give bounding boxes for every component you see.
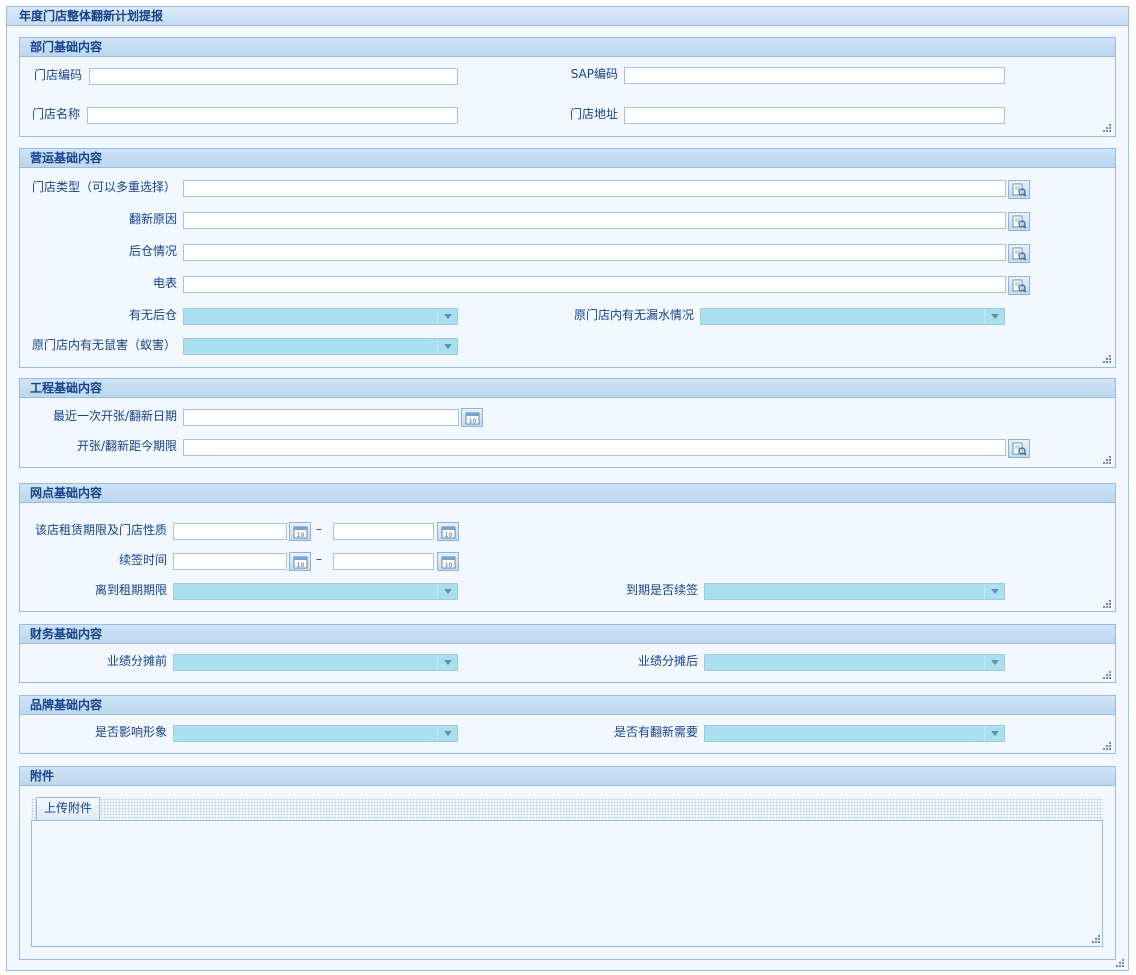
svg-text:10: 10	[469, 418, 477, 425]
renewal-start-input[interactable]	[173, 553, 287, 570]
label-leak-status: 原门店内有无漏水情况	[573, 308, 694, 322]
section-eng-title: 工程基础内容	[20, 379, 1115, 398]
renewal-end-calendar-button[interactable]: 10	[437, 552, 459, 571]
dropdown-arrow-icon[interactable]	[984, 726, 1004, 741]
label-store-code: 门店编码	[33, 68, 82, 82]
label-needs-renovation: 是否有翻新需要	[613, 725, 698, 739]
label-period: 开张/翻新距今期限	[76, 439, 177, 453]
label-last-date: 最近一次开张/翻新日期	[52, 409, 177, 423]
store-name-input[interactable]	[87, 107, 458, 124]
label-store-address: 门店地址	[569, 107, 618, 121]
label-renovation-reason: 翻新原因	[128, 212, 177, 226]
search-icon	[1012, 442, 1027, 456]
range-separator: –	[316, 522, 322, 536]
period-input[interactable]	[183, 439, 1006, 456]
section-finance-title: 财务基础内容	[20, 625, 1115, 644]
label-perf-after: 业绩分摊后	[637, 654, 698, 668]
has-warehouse-select[interactable]	[183, 308, 458, 325]
renovation-reason-search-button[interactable]	[1008, 212, 1030, 231]
label-renewal-time: 续签时间	[118, 553, 167, 567]
attachment-panel	[31, 820, 1103, 947]
affects-image-select[interactable]	[173, 725, 458, 742]
resize-grip-icon[interactable]	[1114, 957, 1124, 967]
calendar-icon: 10	[441, 556, 456, 569]
meter-search-button[interactable]	[1008, 276, 1030, 295]
period-search-button[interactable]	[1008, 439, 1030, 458]
label-meter: 电表	[152, 276, 177, 290]
dropdown-arrow-icon[interactable]	[437, 584, 457, 599]
lease-end-calendar-button[interactable]: 10	[437, 522, 459, 541]
resize-grip-icon[interactable]	[1090, 933, 1100, 943]
calendar-icon: 10	[293, 526, 308, 539]
label-lease-period: 该店租赁期限及门店性质	[34, 523, 167, 537]
store-type-search-button[interactable]	[1008, 180, 1030, 199]
warehouse-status-search-button[interactable]	[1008, 244, 1030, 263]
resize-grip-icon[interactable]	[1101, 454, 1111, 464]
search-icon	[1012, 247, 1027, 261]
pest-status-select[interactable]	[183, 338, 458, 355]
lease-remaining-select[interactable]	[173, 583, 458, 600]
lease-end-input[interactable]	[333, 523, 434, 540]
dropdown-arrow-icon[interactable]	[984, 309, 1004, 324]
renovation-reason-input[interactable]	[183, 212, 1006, 229]
store-address-input[interactable]	[624, 107, 1005, 124]
panel-title: 年度门店整体翻新计划提报	[7, 7, 1128, 26]
label-store-name: 门店名称	[31, 107, 80, 121]
calendar-icon: 10	[441, 526, 456, 539]
tab-upload-attachment[interactable]: 上传附件	[36, 797, 100, 820]
lease-start-calendar-button[interactable]: 10	[289, 522, 311, 541]
last-date-input[interactable]	[183, 409, 459, 426]
label-warehouse-status: 后仓情况	[128, 244, 177, 258]
label-lease-remaining: 离到租期期限	[94, 583, 167, 597]
label-affects-image: 是否影响形象	[94, 725, 167, 739]
dropdown-arrow-icon[interactable]	[984, 584, 1004, 599]
resize-grip-icon[interactable]	[1101, 598, 1111, 608]
perf-after-select[interactable]	[704, 654, 1005, 671]
leak-status-select[interactable]	[700, 308, 1005, 325]
warehouse-status-input[interactable]	[183, 244, 1006, 261]
section-site-title: 网点基础内容	[20, 484, 1115, 503]
label-renew-on-expiry: 到期是否续签	[625, 583, 698, 597]
sap-code-input[interactable]	[624, 67, 1005, 84]
resize-grip-icon[interactable]	[1101, 740, 1111, 750]
calendar-icon: 10	[293, 556, 308, 569]
svg-text:10: 10	[445, 532, 453, 539]
range-separator: –	[316, 552, 322, 566]
lease-start-input[interactable]	[173, 523, 287, 540]
section-ops-title: 营运基础内容	[20, 149, 1115, 168]
resize-grip-icon[interactable]	[1101, 122, 1111, 132]
needs-renovation-select[interactable]	[704, 725, 1005, 742]
section-brand-title: 品牌基础内容	[20, 696, 1115, 715]
label-store-type: 门店类型（可以多重选择）	[32, 180, 177, 194]
dropdown-arrow-icon[interactable]	[437, 309, 457, 324]
svg-text:10: 10	[445, 562, 453, 569]
renewal-start-calendar-button[interactable]: 10	[289, 552, 311, 571]
search-icon	[1012, 279, 1027, 293]
label-pest-status: 原门店内有无鼠害（蚁害）	[32, 338, 177, 352]
calendar-icon: 10	[465, 412, 480, 425]
label-perf-before: 业绩分摊前	[106, 654, 167, 668]
section-dept-title: 部门基础内容	[20, 38, 1115, 57]
search-icon	[1012, 183, 1027, 197]
label-has-warehouse: 有无后仓	[128, 308, 177, 322]
svg-text:10: 10	[297, 532, 305, 539]
last-date-calendar-button[interactable]: 10	[461, 408, 483, 427]
store-code-input[interactable]	[89, 68, 458, 85]
section-attach-title: 附件	[20, 767, 1115, 786]
resize-grip-icon[interactable]	[1101, 353, 1111, 363]
perf-before-select[interactable]	[173, 654, 458, 671]
svg-text:10: 10	[297, 562, 305, 569]
resize-grip-icon[interactable]	[1101, 669, 1111, 679]
search-icon	[1012, 215, 1027, 229]
renewal-end-input[interactable]	[333, 553, 434, 570]
dropdown-arrow-icon[interactable]	[437, 339, 457, 354]
dropdown-arrow-icon[interactable]	[984, 655, 1004, 670]
renew-on-expiry-select[interactable]	[704, 583, 1005, 600]
attachment-tabstrip	[31, 798, 1103, 820]
meter-input[interactable]	[183, 276, 1006, 293]
dropdown-arrow-icon[interactable]	[437, 655, 457, 670]
store-type-input[interactable]	[183, 180, 1006, 197]
label-sap-code: SAP编码	[570, 67, 618, 81]
dropdown-arrow-icon[interactable]	[437, 726, 457, 741]
